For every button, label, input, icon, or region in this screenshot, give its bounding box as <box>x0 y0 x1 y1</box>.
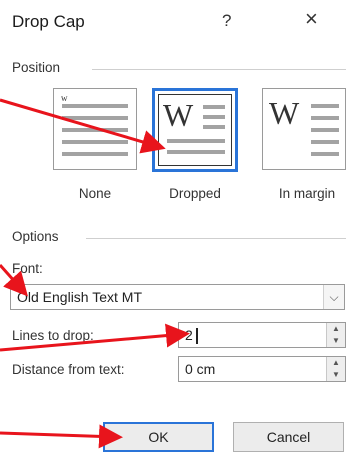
distance-from-text-value: 0 cm <box>185 361 216 377</box>
arrow-to-ok-button <box>0 424 123 449</box>
position-group-label: Position <box>12 60 61 75</box>
ok-button[interactable]: OK <box>103 422 214 452</box>
position-none-label[interactable]: None <box>53 186 137 201</box>
dropped-inner-frame: W <box>158 94 232 166</box>
options-divider <box>86 238 346 239</box>
position-dropped-label[interactable]: Dropped <box>152 186 238 201</box>
spin-down-icon[interactable]: ▼ <box>326 369 345 381</box>
lines-to-drop-label: Lines to drop: <box>12 328 94 343</box>
text-caret <box>196 328 198 344</box>
lines-to-drop-stepper[interactable]: 2 ▲ ▼ <box>178 322 346 348</box>
small-w-glyph: w <box>61 93 68 103</box>
margin-cap-glyph: W <box>269 95 300 131</box>
chevron-down-icon[interactable]: ⌵ <box>323 285 344 309</box>
font-select-value: Old English Text MT <box>17 289 143 305</box>
position-in-margin-label[interactable]: In margin <box>262 186 352 201</box>
spin-down-icon[interactable]: ▼ <box>326 335 345 347</box>
cancel-button[interactable]: Cancel <box>233 422 344 452</box>
close-button[interactable]: × <box>305 7 318 31</box>
position-dropped-tile[interactable]: W <box>152 88 238 172</box>
position-none-tile[interactable]: w <box>53 88 137 170</box>
options-group-label: Options <box>12 229 59 244</box>
position-in-margin-tile[interactable]: W <box>262 88 346 170</box>
distance-from-text-label: Distance from text: <box>12 362 125 377</box>
spin-up-icon[interactable]: ▲ <box>326 323 345 335</box>
font-label: Font: <box>12 261 43 276</box>
dialog-title: Drop Cap <box>12 12 85 31</box>
position-divider <box>92 69 346 70</box>
lines-to-drop-value: 2 <box>185 327 193 343</box>
spin-up-icon[interactable]: ▲ <box>326 357 345 369</box>
dropped-cap-glyph: W <box>163 97 194 133</box>
distance-from-text-stepper[interactable]: 0 cm ▲ ▼ <box>178 356 346 382</box>
font-select[interactable]: Old English Text MT ⌵ <box>10 284 345 310</box>
help-button[interactable]: ? <box>222 11 231 31</box>
